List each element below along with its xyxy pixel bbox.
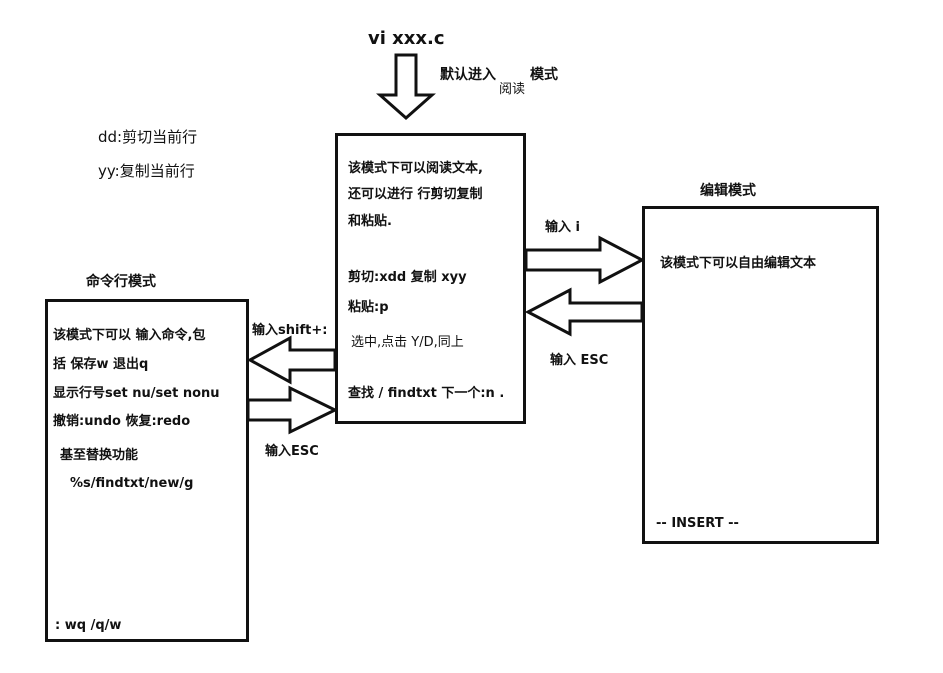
read-desc-line3: 和粘贴. — [348, 214, 392, 229]
read-desc-line1: 该模式下可以阅读文本, — [348, 161, 483, 176]
read-word-label: 阅读 — [499, 82, 526, 97]
down-arrow — [376, 53, 436, 121]
read-select: 选中,点击 Y/D,同上 — [351, 335, 464, 350]
arrow-from-edit — [524, 287, 644, 337]
default-enter-label: 默认进入 — [440, 67, 496, 83]
arrow-to-edit — [524, 235, 646, 285]
read-desc-line2: 还可以进行 行剪切复制 — [348, 187, 483, 202]
label-enter-esc-left: 输入ESC — [265, 444, 319, 459]
cmd-replace-command: %s/findtxt/new/g — [70, 476, 194, 491]
label-enter-i: 输入 i — [545, 220, 580, 235]
cmd-mode-title: 命令行模式 — [86, 274, 156, 290]
label-enter-shift-colon: 输入shift+: — [252, 323, 328, 338]
read-paste: 粘贴:p — [348, 300, 389, 315]
arrow-to-cmd — [246, 335, 337, 385]
vi-command: vi xxx.c — [368, 28, 445, 49]
cmd-line-number: 显示行号set nu/set nonu — [53, 386, 220, 401]
cmd-undo-redo: 撤销:undo 恢复:redo — [53, 414, 191, 429]
edit-mode-title: 编辑模式 — [700, 183, 756, 199]
read-find: 查找 / findtxt 下一个:n . — [348, 386, 505, 401]
note-yy: yy:复制当前行 — [98, 162, 195, 180]
cmd-save-quit: : wq /q/w — [55, 618, 122, 633]
label-enter-esc-right: 输入 ESC — [550, 353, 609, 368]
mode-word-label: 模式 — [530, 67, 558, 83]
arrow-from-cmd — [246, 385, 339, 435]
cmd-replace: 基至替换功能 — [60, 448, 139, 463]
insert-status: -- INSERT -- — [656, 516, 739, 531]
read-cut-copy: 剪切:xdd 复制 xyy — [348, 270, 467, 285]
cmd-mode-box — [45, 299, 249, 642]
note-dd: dd:剪切当前行 — [98, 128, 198, 146]
cmd-desc-line2: 括 保存w 退出q — [53, 357, 149, 372]
edit-desc: 该模式下可以自由编辑文本 — [660, 256, 817, 271]
cmd-desc-line1: 该模式下可以 输入命令,包 — [53, 328, 206, 343]
